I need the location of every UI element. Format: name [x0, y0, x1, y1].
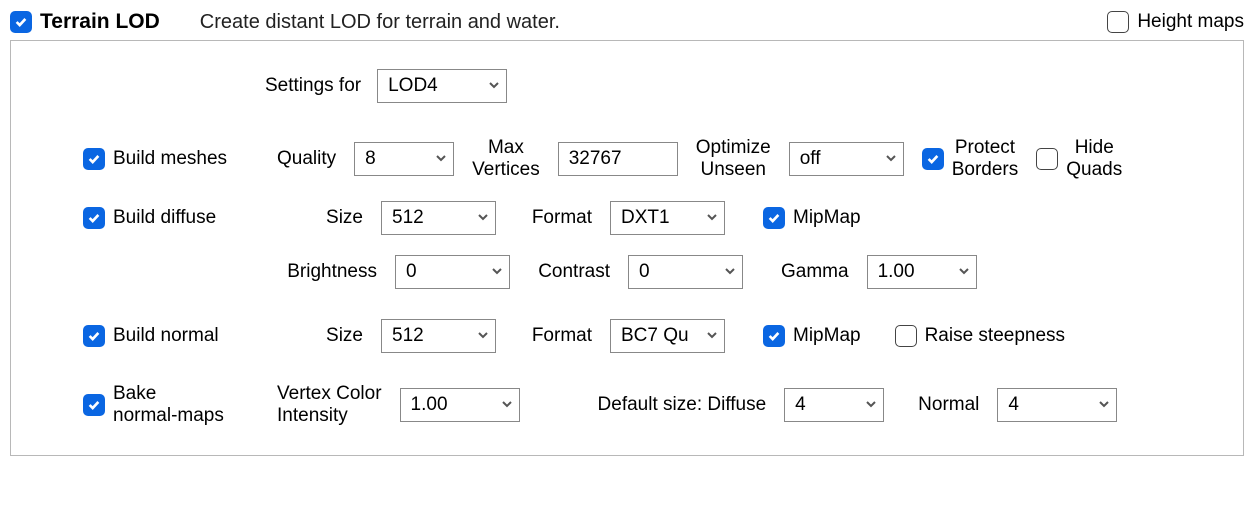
terrain-lod-checkbox[interactable] [10, 11, 32, 33]
default-diffuse-select[interactable]: 4 [784, 388, 884, 422]
chevron-down-icon [477, 207, 489, 229]
gamma-select[interactable]: 1.00 [867, 255, 977, 289]
diffuse-mipmap-label: MipMap [793, 207, 861, 229]
build-meshes-label: Build meshes [113, 148, 227, 170]
build-diffuse-checkbox[interactable] [83, 207, 105, 229]
contrast-label: Contrast [528, 261, 610, 283]
normal-format-select[interactable]: BC7 Qu [610, 319, 725, 353]
build-normal-checkbox[interactable] [83, 325, 105, 347]
contrast-value: 0 [639, 261, 650, 283]
max-vertices-input[interactable]: 32767 [558, 142, 678, 176]
normal-format-value: BC7 Qu [621, 325, 689, 347]
chevron-down-icon [477, 325, 489, 347]
gamma-value: 1.00 [878, 261, 915, 283]
optimize-unseen-label: Optimize Unseen [696, 137, 771, 181]
optimize-unseen-select[interactable]: off [789, 142, 904, 176]
diffuse-mipmap-checkbox[interactable] [763, 207, 785, 229]
raise-steepness-label: Raise steepness [925, 325, 1065, 347]
optimize-unseen-value: off [800, 148, 821, 170]
chevron-down-icon [865, 394, 877, 416]
brightness-value: 0 [406, 261, 417, 283]
build-diffuse-label: Build diffuse [113, 207, 216, 229]
gamma-label: Gamma [781, 261, 849, 283]
chevron-down-icon [488, 75, 500, 97]
diffuse-format-label: Format [514, 207, 592, 229]
normal-mipmap-checkbox[interactable] [763, 325, 785, 347]
chevron-down-icon [885, 148, 897, 170]
normal-size-select[interactable]: 512 [381, 319, 496, 353]
vertex-color-intensity-select[interactable]: 1.00 [400, 388, 520, 422]
brightness-label: Brightness [277, 261, 377, 283]
panel-subtitle: Create distant LOD for terrain and water… [200, 11, 560, 34]
normal-size-label: Size [277, 325, 363, 347]
brightness-select[interactable]: 0 [395, 255, 510, 289]
chevron-down-icon [491, 261, 503, 283]
default-normal-label: Normal [918, 394, 979, 416]
default-normal-select[interactable]: 4 [997, 388, 1117, 422]
build-normal-label: Build normal [113, 325, 219, 347]
protect-borders-checkbox[interactable] [922, 148, 944, 170]
max-vertices-label: Max Vertices [472, 137, 540, 181]
hide-quads-label: Hide Quads [1066, 137, 1122, 181]
quality-select[interactable]: 8 [354, 142, 454, 176]
protect-borders-label: Protect Borders [952, 137, 1019, 181]
diffuse-size-select[interactable]: 512 [381, 201, 496, 235]
default-size-diffuse-label: Default size: Diffuse [598, 394, 767, 416]
default-normal-value: 4 [1008, 394, 1019, 416]
normal-format-label: Format [514, 325, 592, 347]
settings-for-label: Settings for [265, 75, 361, 97]
raise-steepness-checkbox[interactable] [895, 325, 917, 347]
bake-normal-maps-label: Bake normal-maps [113, 383, 224, 427]
chevron-down-icon [706, 325, 718, 347]
chevron-down-icon [958, 261, 970, 283]
settings-for-value: LOD4 [388, 75, 438, 97]
diffuse-size-label: Size [277, 207, 363, 229]
chevron-down-icon [501, 394, 513, 416]
panel-title: Terrain LOD [40, 10, 160, 34]
quality-label: Quality [277, 148, 336, 170]
chevron-down-icon [706, 207, 718, 229]
height-maps-label: Height maps [1137, 11, 1244, 33]
chevron-down-icon [724, 261, 736, 283]
normal-mipmap-label: MipMap [793, 325, 861, 347]
vertex-color-intensity-value: 1.00 [411, 394, 448, 416]
normal-size-value: 512 [392, 325, 424, 347]
diffuse-format-select[interactable]: DXT1 [610, 201, 725, 235]
terrain-lod-panel: Settings for LOD4 Build meshes Quality 8… [10, 40, 1244, 456]
chevron-down-icon [1098, 394, 1110, 416]
settings-for-select[interactable]: LOD4 [377, 69, 507, 103]
quality-value: 8 [365, 148, 376, 170]
max-vertices-value: 32767 [569, 148, 622, 170]
vertex-color-intensity-label: Vertex Color Intensity [277, 383, 382, 427]
chevron-down-icon [435, 148, 447, 170]
build-meshes-checkbox[interactable] [83, 148, 105, 170]
diffuse-format-value: DXT1 [621, 207, 670, 229]
diffuse-size-value: 512 [392, 207, 424, 229]
hide-quads-checkbox[interactable] [1036, 148, 1058, 170]
contrast-select[interactable]: 0 [628, 255, 743, 289]
height-maps-checkbox[interactable] [1107, 11, 1129, 33]
default-diffuse-value: 4 [795, 394, 806, 416]
bake-normal-maps-checkbox[interactable] [83, 394, 105, 416]
